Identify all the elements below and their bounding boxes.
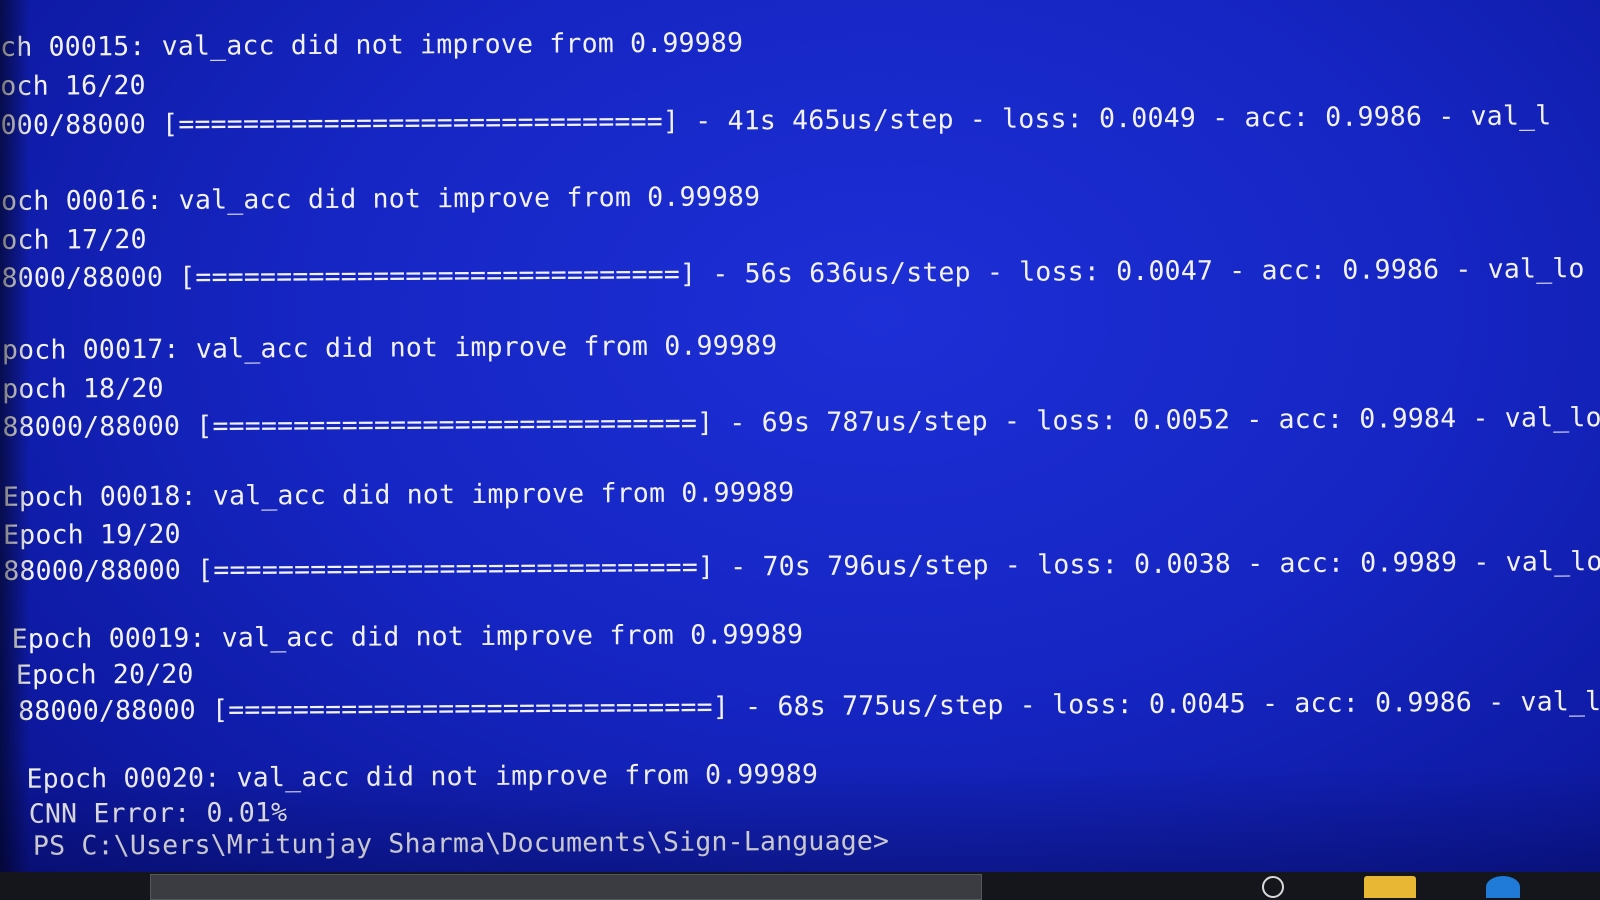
terminal-prompt[interactable]: PS C:\Users\Mritunjay Sharma\Documents\S… — [33, 823, 889, 864]
terminal-line-epoch15-status: ch 00015: val_acc did not improve from 0… — [0, 27, 744, 63]
bezel-shadow — [0, 0, 30, 900]
screen: ch 00015: val_acc did not improve from 0… — [0, 0, 1600, 900]
edge-browser-icon[interactable] — [1486, 876, 1520, 898]
powershell-terminal[interactable]: ch 00015: val_acc did not improve from 0… — [0, 20, 1600, 870]
terminal-line-epoch17-progress: 8000/88000 [============================… — [1, 253, 1585, 294]
terminal-line-epoch16-status: och 00016: val_acc did not improve from … — [0, 181, 761, 217]
terminal-line-epoch19-status: Epoch 00019: val_acc did not improve fro… — [11, 619, 804, 655]
terminal-line-epoch20-progress: 88000/88000 [===========================… — [18, 685, 1600, 727]
taskbar — [0, 872, 1600, 900]
terminal-line-epoch16-progress: 000/88000 [=============================… — [0, 100, 1552, 141]
terminal-line-epoch17-status: poch 00017: val_acc did not improve from… — [1, 330, 778, 366]
taskbar-search-box[interactable] — [150, 874, 982, 900]
task-view-icon[interactable] — [1262, 876, 1284, 898]
terminal-line-epoch20-header: Epoch 20/20 — [15, 658, 194, 691]
terminal-line-epoch18-progress: 88000/88000 [===========================… — [2, 402, 1600, 443]
terminal-line-epoch18-status: Epoch 00018: val_acc did not improve fro… — [2, 477, 795, 513]
terminal-line-epoch19-progress: 88000/88000 [===========================… — [3, 545, 1600, 587]
file-explorer-icon[interactable] — [1364, 876, 1416, 898]
terminal-line-epoch20-status: Epoch 00020: val_acc did not improve fro… — [26, 758, 819, 795]
